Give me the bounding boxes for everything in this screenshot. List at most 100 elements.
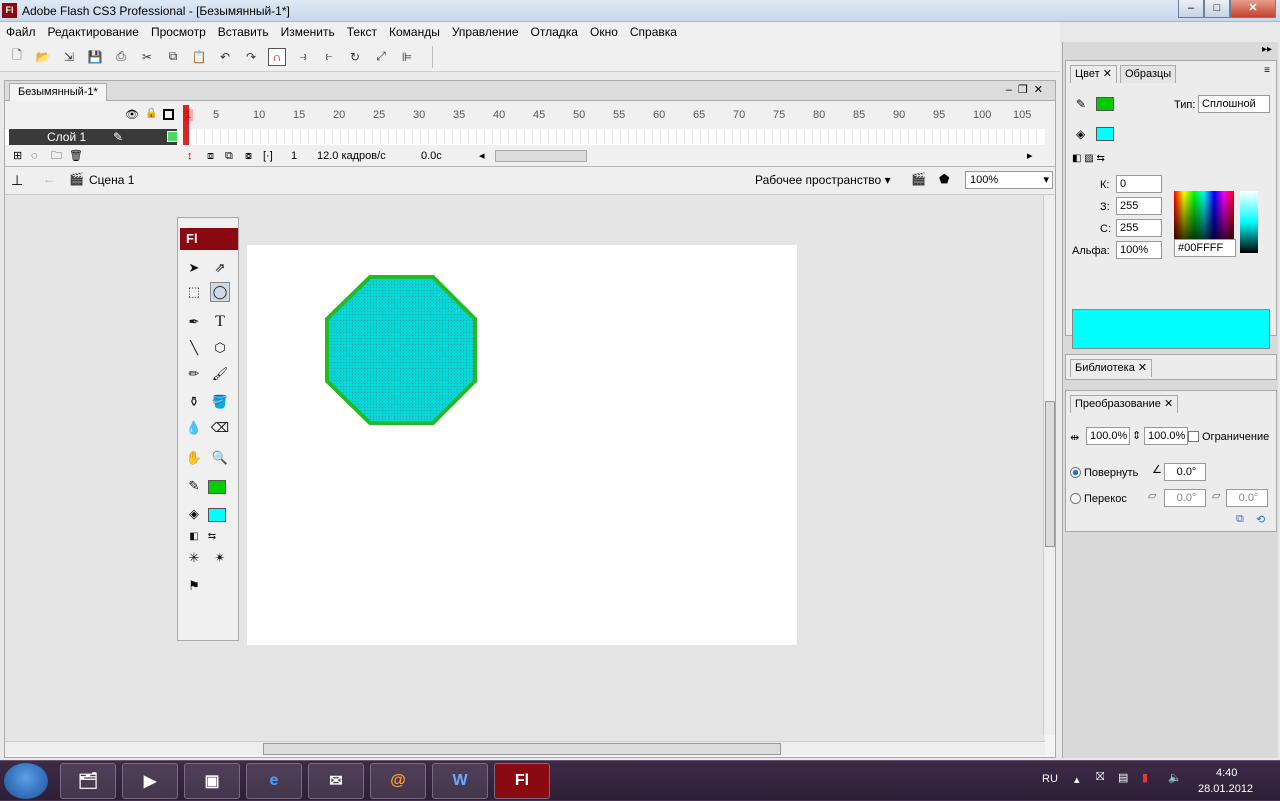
agent-taskbar-icon[interactable]: @ <box>370 763 426 799</box>
document-tab[interactable]: Безымянный-1* <box>9 83 107 101</box>
print-icon[interactable]: ⎙ <box>112 48 130 66</box>
lasso-tool-icon[interactable]: ◯ <box>210 282 230 302</box>
menu-debug[interactable]: Отладка <box>531 25 578 39</box>
word-taskbar-icon[interactable]: W <box>432 763 488 799</box>
menu-control[interactable]: Управление <box>452 25 519 39</box>
alpha-field[interactable]: 100% <box>1116 241 1162 259</box>
octagon-shape[interactable] <box>325 275 477 425</box>
rotate-icon[interactable]: ↻ <box>346 48 364 66</box>
redo-icon[interactable]: ↷ <box>242 48 260 66</box>
type-select[interactable]: Сплошной <box>1198 95 1270 113</box>
maximize-button[interactable]: □ <box>1204 0 1230 18</box>
pencil-tool-icon[interactable]: ✏ <box>184 364 204 384</box>
add-layer-icon[interactable]: ⊞ <box>13 148 22 164</box>
swap-colors-icon[interactable]: ⇆ <box>202 526 222 546</box>
delete-layer-icon[interactable]: 🗑 <box>69 148 83 164</box>
hex-field[interactable]: #00FFFF <box>1174 239 1236 257</box>
zoom-select[interactable]: 100% ▾ <box>965 171 1053 189</box>
stroke-color-swatch[interactable] <box>208 480 226 494</box>
rotate-field[interactable]: 0.0° <box>1164 463 1206 481</box>
media-taskbar-icon[interactable]: ▶ <box>122 763 178 799</box>
zoom-tool-icon[interactable]: 🔍 <box>210 448 230 468</box>
edit-symbol-icon[interactable]: ⬟ <box>939 172 949 186</box>
vertical-scrollbar[interactable] <box>1043 195 1055 735</box>
align-icon[interactable]: ⊫ <box>398 48 416 66</box>
layer-header[interactable]: Слой 1 ✎ <box>9 129 178 145</box>
smooth-option-icon[interactable]: ✴ <box>210 548 230 568</box>
scale-icon[interactable]: ⤢ <box>372 48 390 66</box>
hand-tool-icon[interactable]: ✋ <box>184 448 204 468</box>
explorer-taskbar-icon[interactable]: 🗂 <box>60 763 116 799</box>
workspace-dropdown[interactable]: Рабочее пространство ▾ <box>755 173 891 187</box>
clock-time[interactable]: 4:40 <box>1216 767 1237 779</box>
menu-view[interactable]: Просмотр <box>151 25 206 39</box>
copy-icon[interactable]: ⧉ <box>164 48 182 66</box>
signal-icon[interactable]: ▮ <box>1142 771 1148 784</box>
menu-insert[interactable]: Вставить <box>218 25 269 39</box>
volume-icon[interactable]: 🔈 <box>1168 771 1182 784</box>
scene-name[interactable]: Сцена 1 <box>89 173 134 187</box>
tab-transform[interactable]: Преобразование ✕ <box>1070 395 1179 413</box>
snap-magnet-icon[interactable]: ∩ <box>268 47 286 66</box>
panel-default-colors-icon[interactable]: ◧ ▨ ⇆ <box>1072 153 1105 164</box>
horizontal-scroll-thumb[interactable] <box>263 743 781 755</box>
paste-icon[interactable]: 📋 <box>190 48 208 66</box>
horizontal-scrollbar[interactable] <box>5 741 1045 755</box>
close-button[interactable]: ✕ <box>1230 0 1276 18</box>
outline-icon[interactable] <box>163 109 174 120</box>
rotate-radio[interactable] <box>1070 467 1081 478</box>
stage[interactable] <box>247 245 797 645</box>
onion-skin-icon[interactable]: ⧈ <box>207 148 214 164</box>
menu-file[interactable]: Файл <box>6 25 36 39</box>
ink-bottle-tool-icon[interactable]: ⚱ <box>184 392 204 412</box>
g-field[interactable]: 255 <box>1116 197 1162 215</box>
brush-tool-icon[interactable]: 🖌 <box>210 364 230 384</box>
paint-bucket-tool-icon[interactable]: 🪣 <box>210 392 230 412</box>
panel-fill-swatch[interactable] <box>1096 127 1114 141</box>
tab-color[interactable]: Цвет ✕ <box>1070 65 1117 83</box>
mail-taskbar-icon[interactable]: ✉ <box>308 763 364 799</box>
scroll-right-icon[interactable]: ▸ <box>1027 148 1033 164</box>
minimize-button[interactable]: – <box>1178 0 1204 18</box>
copy-transform-icon[interactable]: ⧉ <box>1236 513 1244 526</box>
edit-multiple-icon[interactable]: ⧇ <box>245 148 252 164</box>
layer-color-swatch[interactable] <box>167 131 178 142</box>
scroll-left-icon[interactable]: ◂ <box>479 148 485 164</box>
flag-icon[interactable]: ⚑ <box>184 576 204 596</box>
new-file-icon[interactable]: 🗋 <box>8 48 26 66</box>
polygon-tool-icon[interactable]: ⬡ <box>210 338 230 358</box>
onion-markers-icon[interactable]: [·] <box>263 148 273 164</box>
menu-window[interactable]: Окно <box>590 25 618 39</box>
cut-icon[interactable]: ✂ <box>138 48 156 66</box>
menu-commands[interactable]: Команды <box>389 25 440 39</box>
menu-help[interactable]: Справка <box>630 25 677 39</box>
menu-text[interactable]: Текст <box>347 25 377 39</box>
save-icon[interactable]: 💾 <box>86 48 104 66</box>
panel-stroke-swatch[interactable] <box>1096 97 1114 111</box>
edit-scene-icon[interactable]: 🎬 <box>911 172 926 186</box>
line-tool-icon[interactable]: ╲ <box>184 338 204 358</box>
reset-transform-icon[interactable]: ⟲ <box>1256 513 1265 526</box>
open-file-icon[interactable]: 📂 <box>34 48 52 66</box>
tab-swatches[interactable]: Образцы <box>1120 65 1177 83</box>
free-transform-tool-icon[interactable]: ⬚ <box>184 282 204 302</box>
straighten-icon[interactable]: ⥼ <box>320 48 338 66</box>
selection-tool-icon[interactable]: ➤ <box>184 258 204 278</box>
bridge-icon[interactable]: ⇲ <box>60 48 78 66</box>
tab-library[interactable]: Библиотека ✕ <box>1070 359 1153 377</box>
back-arrow-icon[interactable]: ← <box>43 172 55 186</box>
panel-collapse-icon[interactable]: ▸▸ <box>1262 44 1272 55</box>
luminance-slider[interactable] <box>1240 191 1258 253</box>
skew-v-field[interactable]: 0.0° <box>1226 489 1268 507</box>
center-frame-icon[interactable]: ↕ <box>187 148 193 164</box>
skew-h-field[interactable]: 0.0° <box>1164 489 1206 507</box>
frame-rate[interactable]: 12.0 кадров/с <box>317 148 386 164</box>
panel-menu-icon[interactable]: ≡ <box>1264 65 1270 76</box>
constrain-checkbox[interactable] <box>1188 431 1199 442</box>
subselection-tool-icon[interactable]: ⇗ <box>210 258 230 278</box>
snap-option-icon[interactable]: ✳ <box>184 548 204 568</box>
language-indicator[interactable]: RU <box>1042 773 1058 785</box>
b-field[interactable]: 255 <box>1116 219 1162 237</box>
timeline-toggle-icon[interactable]: ⊥ <box>11 172 23 189</box>
menu-edit[interactable]: Редактирование <box>48 25 139 39</box>
